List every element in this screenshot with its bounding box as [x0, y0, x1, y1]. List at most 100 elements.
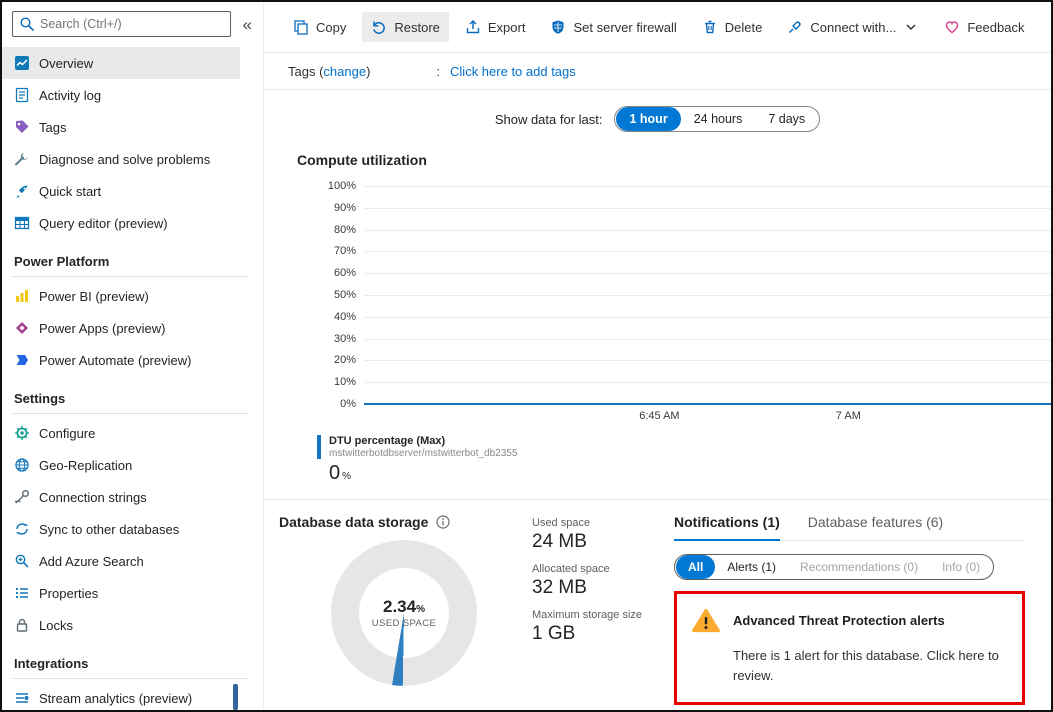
- notifications-panel: Notifications (1) Database features (6) …: [674, 514, 1025, 705]
- export-button[interactable]: Export: [456, 12, 535, 42]
- section-divider: [12, 678, 249, 679]
- lock-icon: [14, 617, 30, 633]
- sidebar-item-label: Geo-Replication: [39, 458, 132, 473]
- feedback-button[interactable]: Feedback: [935, 12, 1033, 42]
- sidebar-item-label: Overview: [39, 56, 93, 71]
- time-filter-24-hours[interactable]: 24 hours: [681, 107, 756, 131]
- sidebar-item-quick-start[interactable]: Quick start: [2, 175, 240, 207]
- gridline: 30%: [364, 339, 1051, 340]
- sidebar-item-power-bi[interactable]: Power BI (preview): [2, 280, 240, 312]
- sidebar-item-label: Stream analytics (preview): [39, 691, 192, 706]
- info-icon[interactable]: [435, 514, 451, 530]
- sidebar-item-sync-databases[interactable]: Sync to other databases: [2, 513, 240, 545]
- database-data-storage-card: Database data storage 2.34% USED SPACE: [279, 514, 674, 705]
- restore-label: Restore: [394, 20, 440, 35]
- sidebar-item-configure[interactable]: Configure: [2, 417, 240, 449]
- sidebar-item-label: Activity log: [39, 88, 101, 103]
- storage-title: Database data storage: [279, 514, 428, 530]
- sidebar-item-power-automate[interactable]: Power Automate (preview): [2, 344, 240, 376]
- gridline: 80%: [364, 230, 1051, 231]
- tags-icon: [14, 119, 30, 135]
- shield-icon: [550, 19, 566, 35]
- plug-icon: [787, 19, 803, 35]
- sidebar-collapse-button[interactable]: «: [236, 14, 259, 35]
- wrench-icon: [14, 151, 30, 167]
- sidebar-item-overview[interactable]: Overview: [2, 47, 240, 79]
- sidebar-searchbox[interactable]: [12, 11, 231, 37]
- set-server-firewall-button[interactable]: Set server firewall: [541, 12, 685, 42]
- copy-label: Copy: [316, 20, 346, 35]
- chart-legend: DTU percentage (Max) mstwitterbotdbserve…: [317, 435, 1051, 485]
- tags-change-link[interactable]: change: [323, 64, 366, 79]
- alert-body[interactable]: There is 1 alert for this database. Clic…: [733, 646, 1007, 685]
- gridline: 20%: [364, 360, 1051, 361]
- filter-info[interactable]: Info (0): [930, 555, 992, 579]
- time-filter-1-hour[interactable]: 1 hour: [616, 107, 680, 131]
- sidebar-item-label: Configure: [39, 426, 95, 441]
- sidebar-item-power-apps[interactable]: Power Apps (preview): [2, 312, 240, 344]
- y-axis-tick: 100%: [328, 180, 356, 192]
- copy-icon: [293, 19, 309, 35]
- restore-icon: [371, 19, 387, 35]
- sidebar-item-stream-analytics[interactable]: Stream analytics (preview): [2, 682, 240, 712]
- filter-all[interactable]: All: [676, 555, 715, 579]
- notification-filters: All Alerts (1) Recommendations (0) Info …: [674, 554, 994, 580]
- sync-icon: [14, 521, 30, 537]
- sidebar-scrollbar[interactable]: [233, 684, 238, 710]
- legend-series-name: DTU percentage (Max): [329, 435, 1051, 447]
- time-filter-7-days[interactable]: 7 days: [755, 107, 818, 131]
- overview-content: Show data for last: 1 hour 24 hours 7 da…: [264, 90, 1051, 710]
- sidebar-item-label: Power BI (preview): [39, 289, 149, 304]
- y-axis-tick: 30%: [334, 333, 356, 345]
- power-bi-icon: [14, 288, 30, 304]
- sidebar-section-integrations: Integrations: [2, 641, 263, 678]
- section-divider: [12, 276, 249, 277]
- gridline: 100%: [364, 186, 1051, 187]
- y-axis-tick: 90%: [334, 202, 356, 214]
- stream-analytics-icon: [14, 690, 30, 706]
- sidebar-item-query-editor[interactable]: Query editor (preview): [2, 207, 240, 239]
- filter-recommendations[interactable]: Recommendations (0): [788, 555, 930, 579]
- legend-current-value: 0%: [317, 462, 1051, 485]
- x-axis-tick: 6:45 AM: [639, 410, 679, 422]
- tab-notifications[interactable]: Notifications (1): [674, 514, 780, 541]
- connect-with-button[interactable]: Connect with...: [778, 12, 928, 42]
- sidebar-item-properties[interactable]: Properties: [2, 577, 240, 609]
- stat-used-space: Used space 24 MB: [532, 517, 642, 553]
- gridline: 90%: [364, 208, 1051, 209]
- tab-database-features[interactable]: Database features (6): [808, 514, 943, 540]
- y-axis-tick: 80%: [334, 224, 356, 236]
- section-divider: [12, 413, 249, 414]
- tags-colon: :: [436, 64, 440, 79]
- legend-item[interactable]: DTU percentage (Max) mstwitterbotdbserve…: [317, 435, 1051, 459]
- add-tags-link[interactable]: Click here to add tags: [450, 64, 576, 79]
- donut-caption: USED SPACE: [372, 618, 437, 629]
- search-input[interactable]: [40, 17, 224, 31]
- tags-label-prefix: Tags (: [288, 64, 323, 79]
- sidebar-item-label: Connection strings: [39, 490, 147, 505]
- sidebar-item-diagnose[interactable]: Diagnose and solve problems: [2, 143, 240, 175]
- copy-button[interactable]: Copy: [284, 12, 355, 42]
- sidebar-item-label: Power Apps (preview): [39, 321, 165, 336]
- search-icon: [19, 16, 35, 32]
- sidebar-item-label: Locks: [39, 618, 73, 633]
- search-plus-icon: [14, 553, 30, 569]
- sidebar-item-activity-log[interactable]: Activity log: [2, 79, 240, 111]
- sidebar-item-label: Tags: [39, 120, 66, 135]
- command-bar: Copy Restore Export Set server firewall …: [264, 2, 1051, 52]
- sidebar-item-label: Add Azure Search: [39, 554, 144, 569]
- sidebar-item-connection-strings[interactable]: Connection strings: [2, 481, 240, 513]
- sidebar-item-tags[interactable]: Tags: [2, 111, 240, 143]
- time-filter-label: Show data for last:: [495, 112, 603, 127]
- sidebar-item-geo-replication[interactable]: Geo-Replication: [2, 449, 240, 481]
- sidebar-item-locks[interactable]: Locks: [2, 609, 240, 641]
- sidebar-item-add-azure-search[interactable]: Add Azure Search: [2, 545, 240, 577]
- restore-button[interactable]: Restore: [362, 12, 449, 42]
- chevron-down-icon: [903, 19, 919, 35]
- y-axis-tick: 60%: [334, 267, 356, 279]
- chart-plot-area[interactable]: 100% 90% 80% 70% 60% 50% 40% 30% 20% 10%…: [364, 186, 1051, 404]
- filter-alerts[interactable]: Alerts (1): [715, 555, 788, 579]
- bottom-section: Database data storage 2.34% USED SPACE: [264, 500, 1051, 705]
- advanced-threat-protection-alert[interactable]: Advanced Threat Protection alerts There …: [674, 591, 1025, 705]
- delete-button[interactable]: Delete: [693, 12, 772, 42]
